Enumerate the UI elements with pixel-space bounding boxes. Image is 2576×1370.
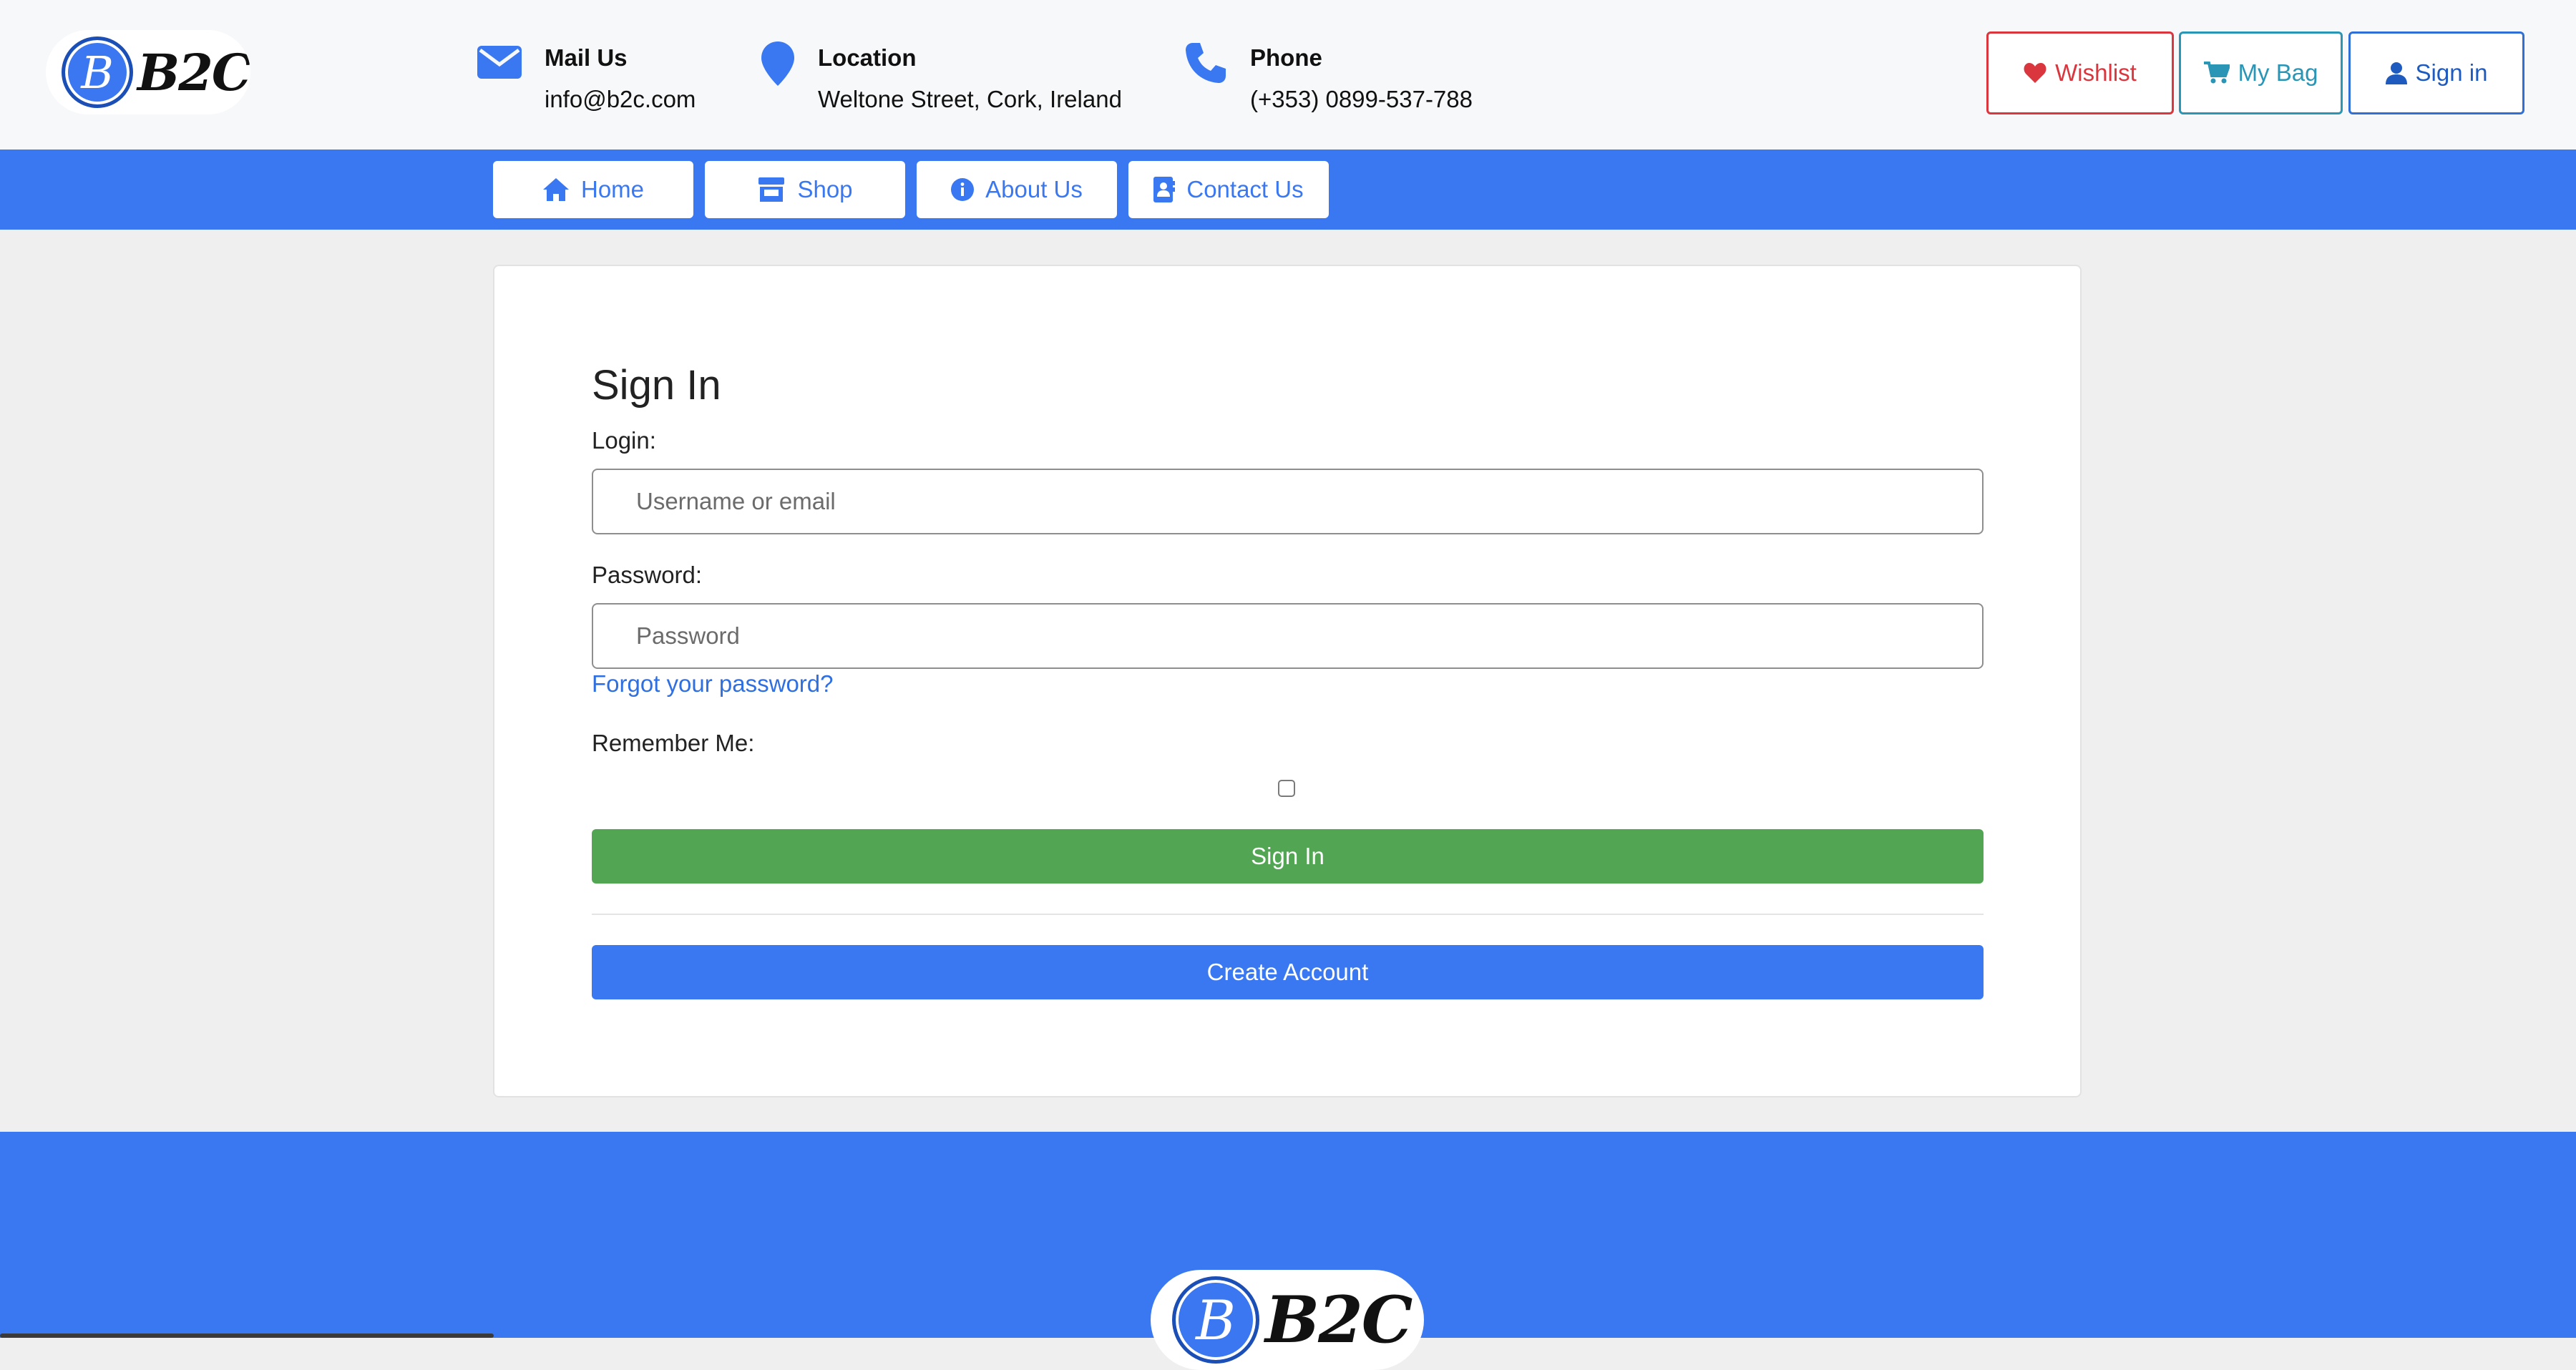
forgot-password-link[interactable]: Forgot your password? (592, 670, 834, 698)
nav-contact-label: Contact Us (1186, 176, 1304, 202)
form-title: Sign In (592, 362, 721, 408)
phone-icon (1186, 43, 1226, 83)
home-icon (542, 178, 569, 201)
remember-me-checkbox[interactable] (1278, 780, 1295, 797)
location-value: Weltone Street, Cork, Ireland (818, 86, 1122, 112)
form-divider (592, 914, 1984, 915)
nav-contact-us[interactable]: Contact Us (1128, 161, 1329, 218)
logo-circle-icon: B (62, 36, 133, 108)
map-pin-icon (761, 41, 794, 86)
nav-home[interactable]: Home (493, 161, 693, 218)
my-bag-button[interactable]: My Bag (2179, 31, 2343, 114)
password-label: Password: (592, 562, 703, 588)
logo-text: B2C (137, 42, 250, 102)
sign-in-header-label: Sign in (2415, 59, 2488, 86)
nav-shop[interactable]: Shop (705, 161, 905, 218)
brand-logo[interactable]: B B2C (46, 30, 250, 114)
main-nav: Home Shop About Us Contact Us (0, 150, 2576, 230)
footer-logo-circle-icon: B (1172, 1276, 1259, 1364)
heart-icon (2024, 63, 2046, 83)
wishlist-label: Wishlist (2055, 59, 2137, 86)
cart-icon (2203, 62, 2230, 84)
mail-value[interactable]: info@b2c.com (545, 86, 696, 113)
logo-letter: B (81, 46, 114, 99)
nav-home-label: Home (580, 176, 645, 202)
password-input[interactable] (592, 603, 1984, 669)
sign-in-submit-button[interactable]: Sign In (592, 829, 1984, 884)
sign-in-header-button[interactable]: Sign in (2348, 31, 2524, 114)
horizontal-scrollbar[interactable] (0, 1334, 494, 1338)
mail-title: Mail Us (545, 44, 628, 71)
location-title: Location (818, 44, 917, 71)
store-icon (758, 177, 785, 202)
remember-me-label: Remember Me: (592, 730, 755, 756)
nav-shop-label: Shop (797, 176, 853, 202)
footer: B B2C (0, 1132, 2576, 1370)
user-icon (2385, 62, 2407, 84)
login-label: Login: (592, 427, 656, 454)
contact-card-icon (1153, 177, 1176, 202)
footer-logo-letter: B (1196, 1288, 1236, 1352)
my-bag-label: My Bag (2238, 59, 2318, 86)
footer-logo-text: B2C (1265, 1282, 1413, 1358)
create-account-button[interactable]: Create Account (592, 945, 1984, 999)
nav-about-label: About Us (985, 176, 1083, 202)
nav-about-us[interactable]: About Us (917, 161, 1117, 218)
footer-brand-logo[interactable]: B B2C (1151, 1270, 1424, 1370)
wishlist-button[interactable]: Wishlist (1986, 31, 2174, 114)
top-header: B B2C Mail Us info@b2c.com Location Welt… (0, 0, 2576, 150)
phone-title: Phone (1250, 44, 1322, 71)
envelope-icon (477, 46, 522, 79)
login-input[interactable] (592, 469, 1984, 534)
info-icon (951, 178, 975, 201)
phone-value[interactable]: (+353) 0899-537-788 (1250, 86, 1473, 113)
